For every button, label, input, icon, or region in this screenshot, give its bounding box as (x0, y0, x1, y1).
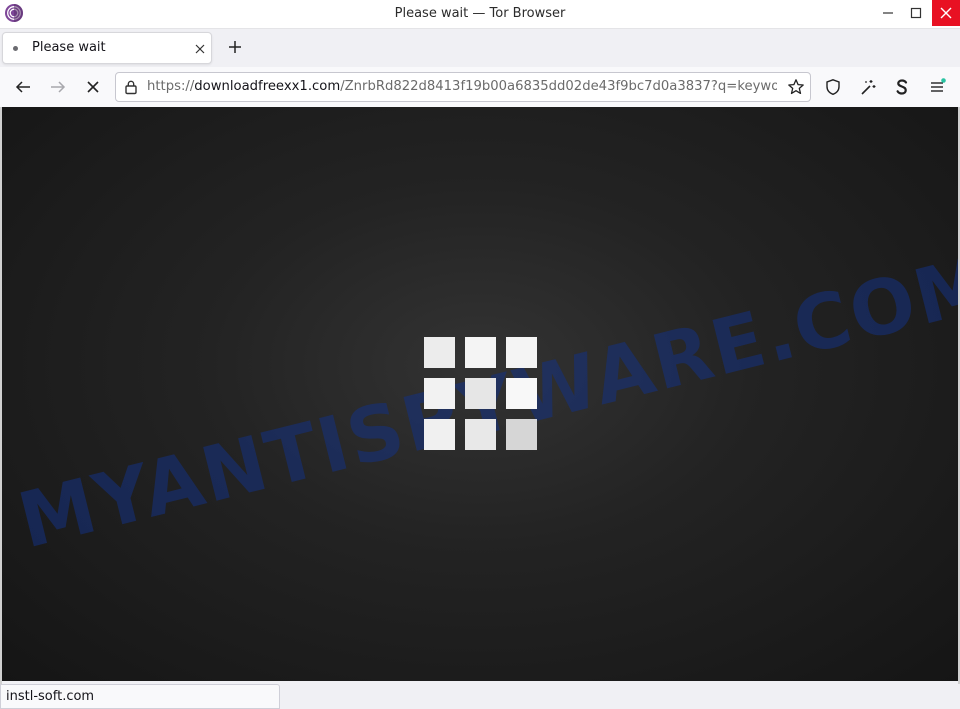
loader-square (424, 337, 455, 368)
page-content: MYANTISPYWARE.COM (2, 107, 958, 681)
security-level-button[interactable] (891, 76, 913, 98)
minimize-button[interactable] (874, 0, 902, 26)
navigation-toolbar: https://downloadfreexx1.com/ZnrbRd822d84… (0, 67, 960, 108)
loader-square (465, 378, 496, 409)
url-scheme: https:// (147, 79, 195, 94)
loading-dot-icon (13, 46, 18, 51)
loader-square (465, 337, 496, 368)
new-tab-icon[interactable] (226, 38, 244, 56)
window-title: Please wait — Tor Browser (394, 6, 566, 21)
address-bar[interactable]: https://downloadfreexx1.com/ZnrbRd822d84… (115, 72, 811, 102)
lock-icon[interactable] (123, 79, 139, 95)
forward-arrow-icon (51, 81, 66, 93)
stop-loading-icon (87, 81, 99, 93)
status-url: instl-soft.com (6, 689, 95, 704)
tab-please-wait[interactable]: Please wait (2, 32, 212, 64)
window-titlebar: Please wait — Tor Browser (0, 0, 960, 29)
magic-wand-icon (861, 80, 876, 95)
loader-square (506, 337, 537, 368)
loader-square (506, 378, 537, 409)
loader-square (465, 419, 496, 450)
shield-icon (826, 79, 840, 96)
back-button[interactable] (12, 76, 34, 98)
close-icon (940, 7, 952, 19)
new-identity-button[interactable] (857, 76, 879, 98)
loading-grid-icon (424, 337, 537, 450)
close-window-button[interactable] (932, 0, 960, 26)
url-host: downloadfreexx1.com (194, 79, 341, 94)
maximize-button[interactable] (902, 0, 930, 26)
back-arrow-icon (15, 81, 30, 93)
loader-square (506, 419, 537, 450)
url-path: /ZnrbRd822d8413f19b00a6835dd02de43f9bc7d… (340, 79, 777, 94)
url-text[interactable]: https://downloadfreexx1.com/ZnrbRd822d84… (147, 79, 777, 94)
app-menu-button[interactable] (926, 76, 948, 98)
tab-strip: Please wait (0, 29, 960, 67)
tab-close-icon[interactable] (193, 42, 207, 56)
status-panel: instl-soft.com (0, 684, 280, 709)
minimize-icon (883, 12, 893, 14)
loader-square (424, 378, 455, 409)
tab-label: Please wait (32, 40, 106, 55)
forward-button[interactable] (47, 76, 69, 98)
shield-button[interactable] (822, 76, 844, 98)
stop-button[interactable] (82, 76, 104, 98)
maximize-icon (910, 7, 922, 19)
security-level-icon (896, 79, 908, 95)
loader-square (424, 419, 455, 450)
bookmark-star-icon[interactable] (787, 78, 805, 96)
menu-icon (931, 78, 946, 92)
